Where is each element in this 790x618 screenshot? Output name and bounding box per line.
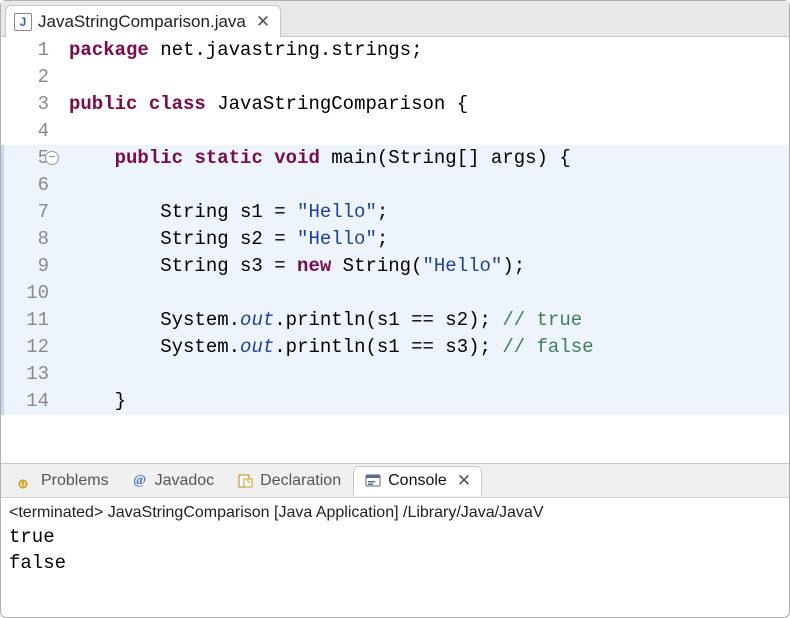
javadoc-icon: @ — [131, 472, 149, 490]
tab-javadoc[interactable]: @ Javadoc — [121, 466, 225, 496]
line-number: 8 — [1, 226, 49, 253]
tab-label: Problems — [41, 472, 109, 490]
tab-console[interactable]: Console ✕ — [353, 466, 482, 496]
line-number: 11 — [1, 307, 49, 334]
svg-text:!: ! — [22, 480, 24, 489]
bottom-panel: ! Problems @ Javadoc Declaration Console ✕ <te… — [1, 463, 789, 617]
code-line[interactable]: public static void main(String[] args) { — [1, 145, 789, 172]
code-editor[interactable]: 12345−67891011121314 package net.javastr… — [1, 37, 789, 463]
ide-window: J JavaStringComparison.java ✕ 12345−6789… — [0, 0, 790, 618]
code-line[interactable]: public class JavaStringComparison { — [69, 91, 789, 118]
line-number: 10 — [1, 280, 49, 307]
line-number: 1 — [1, 37, 49, 64]
code-line[interactable]: } — [1, 388, 789, 415]
tab-label: Declaration — [260, 472, 341, 490]
console-icon — [364, 472, 382, 490]
close-icon[interactable]: ✕ — [453, 471, 471, 491]
declaration-icon — [236, 472, 254, 490]
code-line[interactable]: String s2 = "Hello"; — [1, 226, 789, 253]
line-number: 5− — [1, 145, 49, 172]
tab-label: Javadoc — [155, 472, 215, 490]
line-number: 13 — [1, 361, 49, 388]
line-number: 7 — [1, 199, 49, 226]
line-number-gutter: 12345−67891011121314 — [1, 37, 59, 463]
code-line[interactable] — [69, 64, 789, 91]
line-number: 4 — [1, 118, 49, 145]
code-line[interactable] — [1, 361, 789, 388]
console-status-line: <terminated> JavaStringComparison [Java … — [1, 498, 789, 524]
line-number: 12 — [1, 334, 49, 361]
java-file-icon: J — [14, 13, 32, 31]
code-content[interactable]: package net.javastring.strings; public c… — [59, 37, 789, 463]
code-line[interactable] — [1, 280, 789, 307]
editor-tab-javastringcomparison[interactable]: J JavaStringComparison.java ✕ — [5, 5, 281, 37]
console-line: true — [9, 524, 781, 550]
tab-problems[interactable]: ! Problems — [7, 466, 119, 496]
line-number: 6 — [1, 172, 49, 199]
line-number: 3 — [1, 91, 49, 118]
code-line[interactable]: String s1 = "Hello"; — [1, 199, 789, 226]
console-output[interactable]: truefalse — [1, 524, 789, 582]
code-line[interactable] — [1, 172, 789, 199]
code-line[interactable] — [69, 118, 789, 145]
bottom-tabbar: ! Problems @ Javadoc Declaration Console ✕ — [1, 464, 789, 498]
code-line[interactable]: System.out.println(s1 == s2); // true — [1, 307, 789, 334]
editor-tab-label: JavaStringComparison.java — [38, 12, 246, 32]
line-number: 9 — [1, 253, 49, 280]
code-line[interactable]: System.out.println(s1 == s3); // false — [1, 334, 789, 361]
tab-label: Console — [388, 472, 447, 490]
console-line: false — [9, 550, 781, 576]
editor-tabbar: J JavaStringComparison.java ✕ — [1, 1, 789, 37]
close-icon[interactable]: ✕ — [252, 12, 270, 32]
code-line[interactable]: String s3 = new String("Hello"); — [1, 253, 789, 280]
tab-declaration[interactable]: Declaration — [226, 466, 351, 496]
code-line[interactable]: package net.javastring.strings; — [69, 37, 789, 64]
problems-icon: ! — [17, 472, 35, 490]
line-number: 2 — [1, 64, 49, 91]
fold-toggle-icon[interactable]: − — [45, 151, 59, 165]
line-number: 14 — [1, 388, 49, 415]
